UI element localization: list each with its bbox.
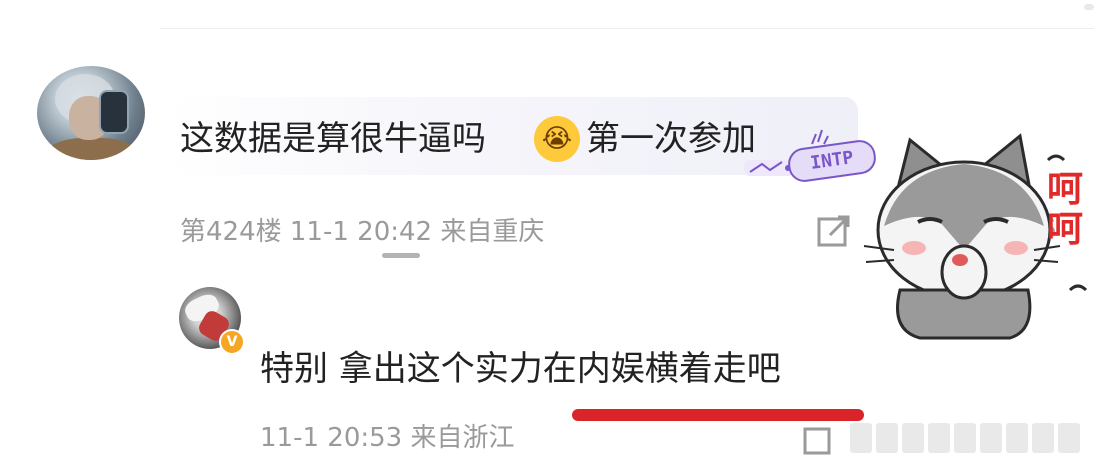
share-icon[interactable] [802, 424, 834, 456]
watermark-blur [850, 420, 1084, 456]
avatar-headset [99, 90, 129, 134]
share-icon[interactable] [816, 213, 852, 249]
cry-laugh-emoji-icon: 😭 [534, 116, 580, 162]
personality-badge[interactable]: INTP [742, 128, 878, 184]
sticker-caption: 呵呵 [1046, 169, 1083, 250]
comment-meta: 第424楼 11-1 20:42 来自重庆 [180, 217, 545, 247]
reply-text: 特别 拿出这个实力在内娱横着走吧 [260, 349, 781, 389]
avatar-shoulder [47, 138, 137, 160]
scroll-indicator [1084, 4, 1094, 10]
reply-meta: 11-1 20:53 来自浙江 [260, 423, 515, 453]
verified-badge: V [219, 329, 245, 355]
avatar[interactable] [37, 66, 145, 160]
highlight-underline [572, 409, 864, 421]
comment-text-continued: 第一次参加 [586, 119, 756, 159]
divider-top [160, 28, 1094, 29]
drag-handle[interactable] [382, 253, 420, 258]
